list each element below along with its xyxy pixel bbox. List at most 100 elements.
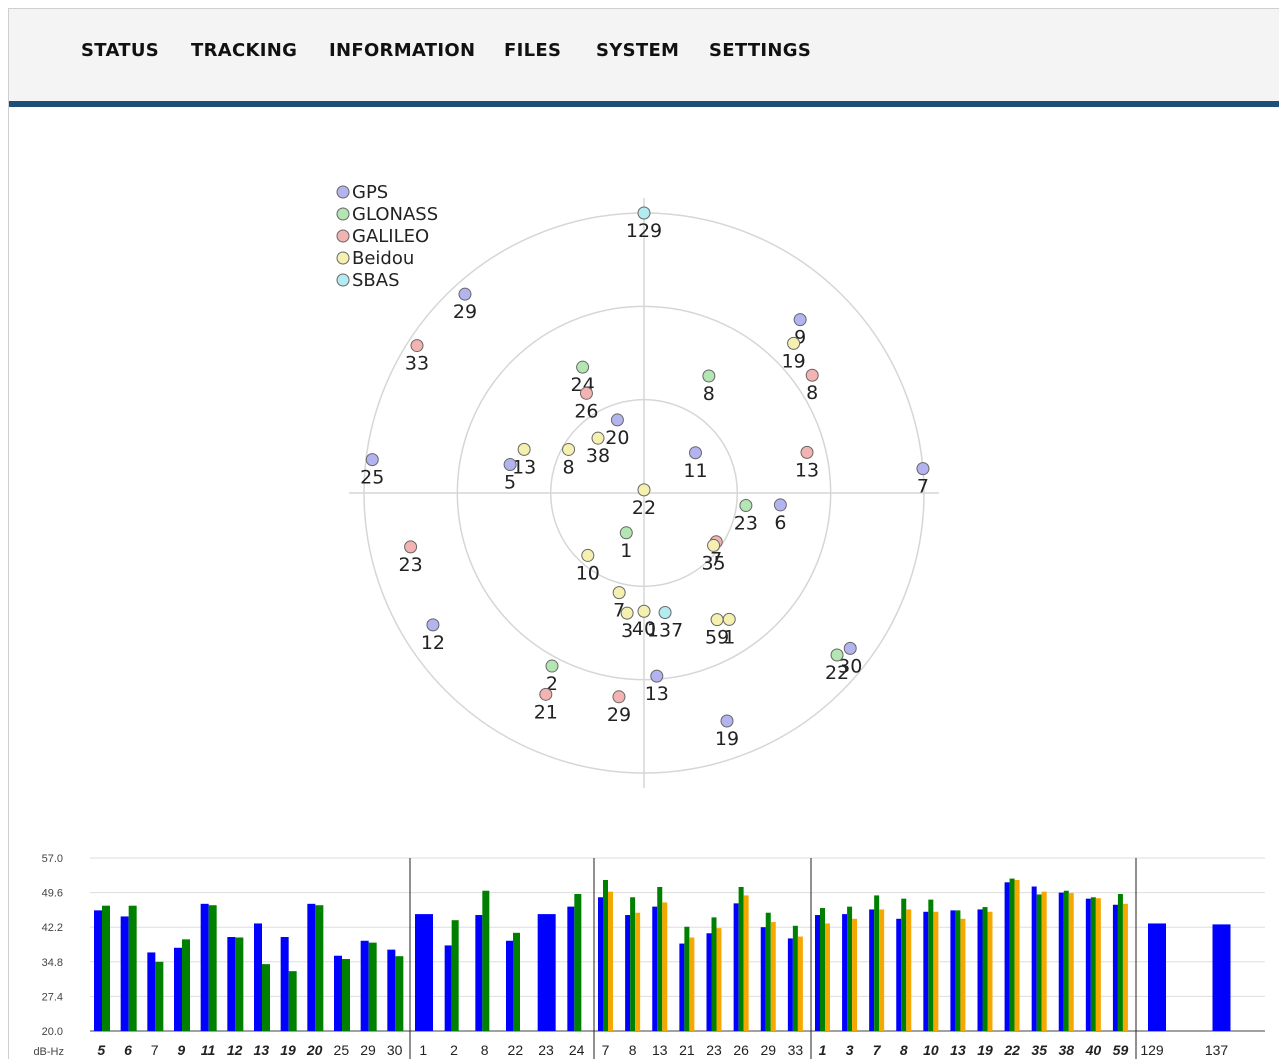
satellite-marker: [830, 648, 844, 662]
satellite-label: 13: [795, 459, 819, 481]
satellite-marker: [658, 605, 672, 619]
satellite-label: 137: [647, 619, 683, 641]
satellite-marker: [503, 458, 517, 472]
satellite-label: 23: [398, 554, 422, 576]
satellite-gps-19: 19: [715, 714, 739, 750]
satellite-glonass-1: 1: [619, 526, 633, 562]
satellite-marker: [458, 287, 472, 301]
legend-label-sbas: SBAS: [352, 270, 400, 291]
satellite-beidou-10: 10: [576, 548, 600, 584]
satellite-label: 19: [715, 728, 739, 750]
satellite-gps-6: 6: [773, 498, 787, 534]
satellite-label: 21: [534, 701, 558, 723]
satellite-sbas-129: 129: [626, 206, 662, 242]
satellite-marker: [619, 526, 633, 540]
legend-label-glonass: GLONASS: [352, 204, 438, 225]
satellite-gps-12: 12: [421, 618, 445, 654]
satellite-marker: [426, 618, 440, 632]
satellite-marker: [707, 538, 721, 552]
satellite-marker: [579, 386, 593, 400]
legend-marker-sbas: [336, 273, 350, 287]
satellite-marker: [545, 659, 559, 673]
satellite-label: 29: [607, 704, 631, 726]
satellite-label: 7: [917, 476, 929, 498]
legend-marker-galileo: [336, 229, 350, 243]
satellite-marker: [702, 369, 716, 383]
satellite-galileo-23: 23: [398, 540, 423, 576]
legend-marker-glonass: [336, 207, 350, 221]
satellite-label: 8: [806, 382, 818, 404]
legend-marker-gps: [336, 185, 350, 199]
satellite-gps-20: 20: [605, 413, 629, 449]
satellite-label: 11: [683, 460, 707, 482]
satellite-galileo-8: 8: [805, 368, 819, 404]
satellite-beidou-22: 22: [632, 483, 656, 519]
satellite-gps-25: 25: [360, 453, 384, 489]
satellite-marker: [637, 604, 651, 618]
satellite-marker: [591, 431, 605, 445]
satellite-gps-29: 29: [453, 287, 477, 323]
satellite-glonass-8: 8: [702, 369, 716, 405]
satellite-marker: [610, 413, 624, 427]
satellite-label: 6: [774, 512, 786, 534]
satellite-gps-13: 13: [645, 669, 669, 705]
satellite-marker: [710, 613, 724, 627]
satellite-galileo-33: 33: [405, 339, 429, 375]
satellite-label: 29: [453, 301, 477, 323]
legend-label-gps: GPS: [352, 182, 388, 203]
satellite-marker: [612, 586, 626, 600]
satellite-marker: [637, 206, 651, 220]
satellite-beidou-1: 1: [722, 612, 736, 648]
satellite-marker: [539, 687, 553, 701]
satellite-marker: [562, 442, 576, 456]
satellite-glonass-22: 22: [825, 648, 849, 684]
satellite-label: 25: [360, 467, 384, 489]
satellite-label: 26: [574, 400, 598, 422]
satellite-marker: [517, 442, 531, 456]
satellite-marker: [612, 690, 626, 704]
satellite-gps-5: 5: [503, 458, 517, 494]
satellite-gps-11: 11: [683, 446, 708, 482]
satellite-galileo-29: 29: [607, 690, 631, 726]
satellite-label: 33: [405, 353, 429, 375]
satellite-marker: [581, 548, 595, 562]
satellite-label: 8: [563, 456, 575, 478]
satellite-marker: [739, 499, 753, 513]
satellite-marker: [805, 368, 819, 382]
satellite-label: 1: [620, 540, 632, 562]
satellite-label: 5: [504, 472, 516, 494]
satellite-marker: [650, 669, 664, 683]
satellite-glonass-23: 23: [734, 499, 758, 535]
satellite-marker: [637, 483, 651, 497]
satellite-marker: [793, 313, 807, 327]
satellite-marker: [720, 714, 734, 728]
satellite-label: 1: [723, 626, 735, 648]
satellite-label: 22: [632, 497, 656, 519]
satellite-beidou-8: 8: [562, 442, 576, 478]
satellite-marker: [576, 360, 590, 374]
satellite-label: 8: [703, 383, 715, 405]
legend-marker-beidou: [336, 251, 350, 265]
satellite-marker: [787, 336, 801, 350]
satellite-label: 129: [626, 220, 662, 242]
satellite-label: 35: [701, 552, 725, 574]
satellite-gps-7: 7: [916, 462, 930, 498]
satellite-marker: [688, 446, 702, 460]
satellite-marker: [365, 453, 379, 467]
satellite-label: 22: [825, 662, 849, 684]
satellite-marker: [773, 498, 787, 512]
satellite-galileo-13: 13: [795, 445, 819, 481]
satellite-label: 13: [645, 683, 669, 705]
satellite-label: 12: [421, 632, 445, 654]
satellite-label: 10: [576, 562, 600, 584]
satellite-sbas-137: 137: [647, 605, 683, 641]
satellite-marker: [800, 445, 814, 459]
satellite-label: 23: [734, 513, 758, 535]
satellite-marker: [843, 641, 857, 655]
satellite-label: 19: [781, 350, 805, 372]
satellite-marker: [404, 540, 418, 554]
satellite-marker: [410, 339, 424, 353]
satellite-label: 38: [586, 445, 610, 467]
satellite-marker: [916, 462, 930, 476]
sky-plot: GPSGLONASSGALILEOBeidouSBAS1292933252312…: [336, 182, 939, 788]
